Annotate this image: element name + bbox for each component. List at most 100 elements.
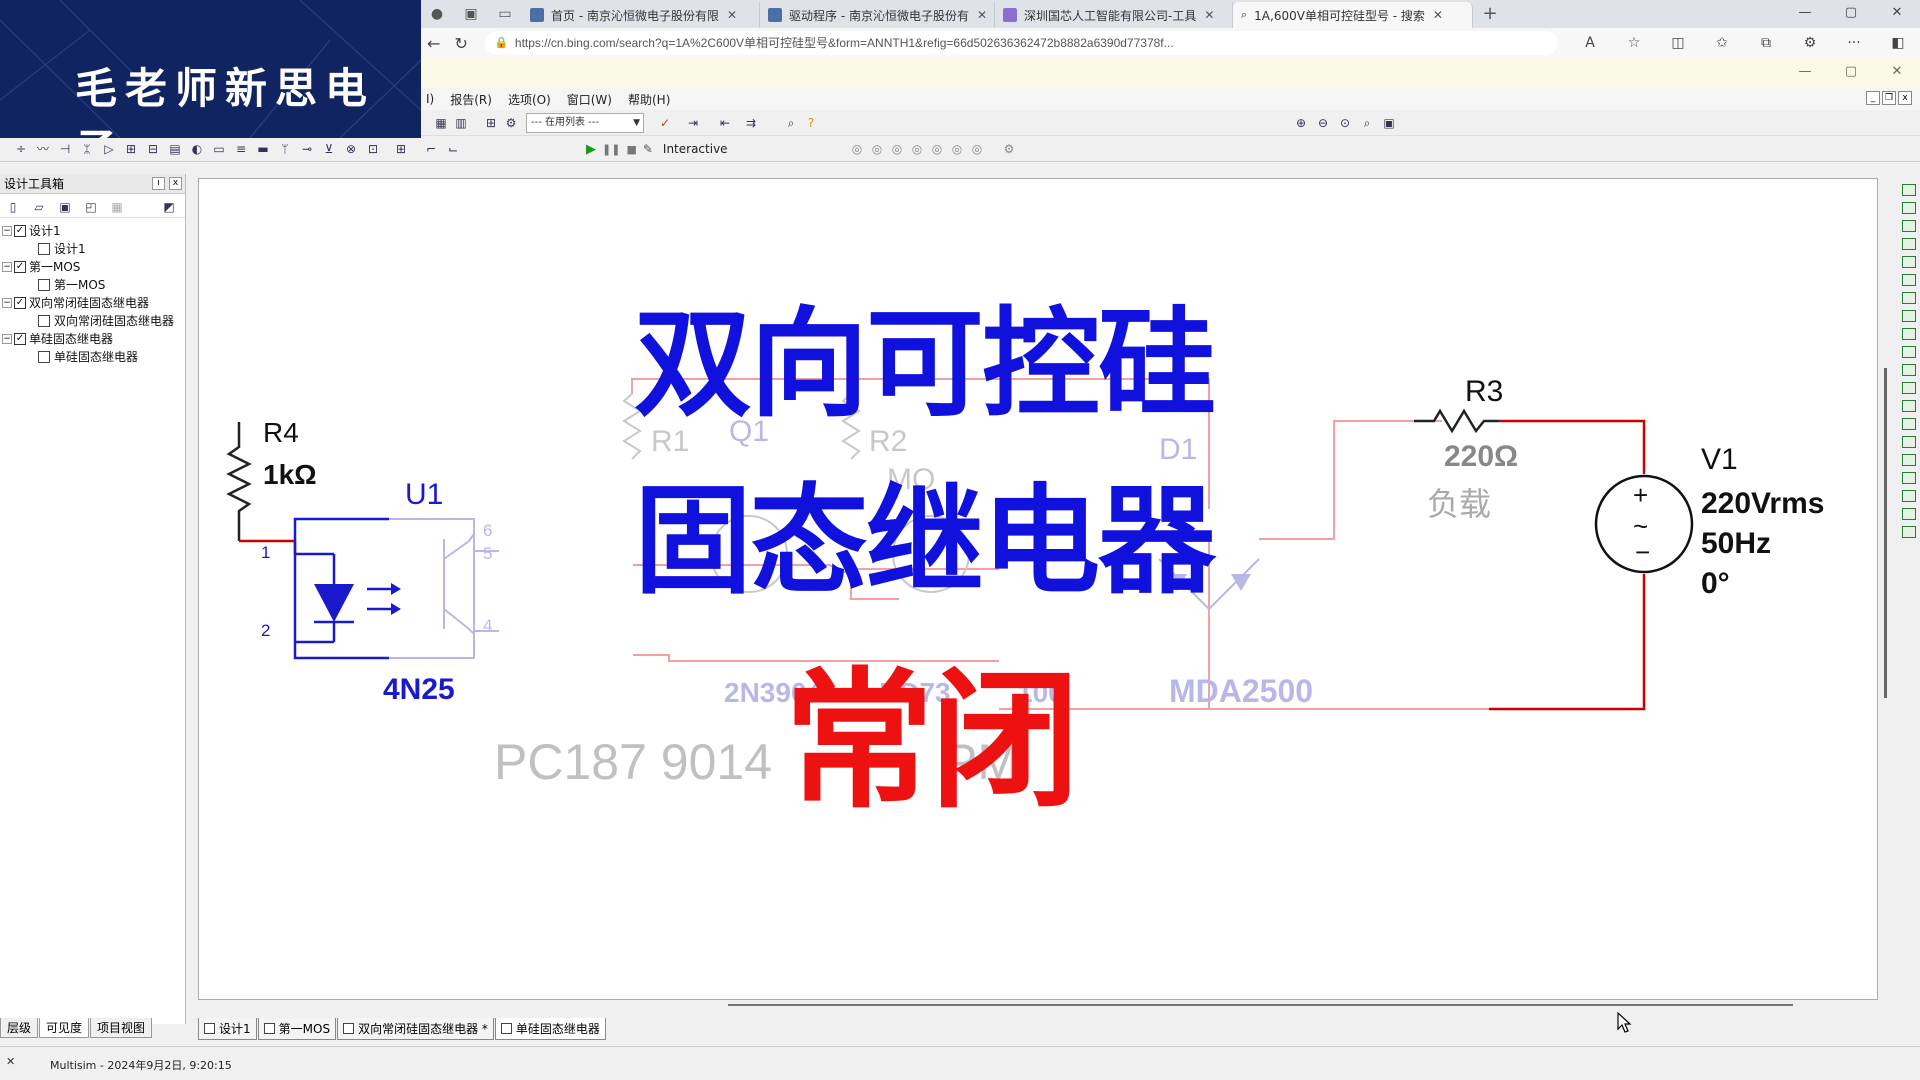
advanced-periph-icon[interactable]: ▬: [254, 140, 272, 158]
close-tab-icon[interactable]: ✕: [977, 8, 987, 22]
doc-minimize-icon[interactable]: _: [1866, 91, 1880, 105]
checkbox-icon[interactable]: ✓: [14, 297, 26, 309]
more-icon[interactable]: ···: [1832, 35, 1876, 51]
doc-tab-bidirectional-ssr[interactable]: 双向常闭硅固态继电器 *: [337, 1018, 494, 1040]
probe-voltage-icon[interactable]: ◎: [848, 140, 866, 158]
extensions-icon[interactable]: ⚙: [1788, 35, 1832, 51]
split-screen-icon[interactable]: ◫: [1656, 35, 1700, 51]
zoom-out-icon[interactable]: ⊖: [1314, 114, 1332, 132]
electromech-icon[interactable]: ⊸: [298, 140, 316, 158]
close-icon[interactable]: x: [169, 177, 182, 190]
new-tab-icon[interactable]: +: [1479, 3, 1501, 25]
close-icon[interactable]: ✕: [6, 1055, 15, 1068]
maximize-icon[interactable]: ▢: [1828, 58, 1874, 86]
menu-options[interactable]: 选项(O): [500, 91, 559, 108]
doc-tab-mos[interactable]: 第一MOS: [257, 1018, 337, 1040]
diode-icon[interactable]: ⊣: [56, 140, 74, 158]
labview-icon[interactable]: [1902, 508, 1916, 520]
close-tab-icon[interactable]: ✕: [727, 8, 737, 22]
tree-child-bidirectional-ssr[interactable]: 双向常闭硅固态继电器: [2, 312, 183, 330]
pause-simulation-button[interactable]: ❚❚: [602, 143, 620, 156]
save-icon[interactable]: ▣: [56, 198, 74, 216]
postprocessor-icon[interactable]: ⚙: [502, 114, 520, 132]
maximize-icon[interactable]: ▢: [1828, 0, 1874, 28]
horizontal-scrollbar[interactable]: [728, 1004, 1793, 1006]
tree-child-single-ssr[interactable]: 单硅固态继电器: [2, 348, 183, 366]
power-icon[interactable]: ▭: [210, 140, 228, 158]
probe-power-icon[interactable]: ◎: [888, 140, 906, 158]
probe-settings-icon[interactable]: ◎: [968, 140, 986, 158]
logic-analyzer-icon[interactable]: [1902, 328, 1916, 340]
basic-icon[interactable]: 〰: [34, 140, 52, 158]
tab-hierarchy[interactable]: 层级: [0, 1018, 39, 1038]
close-tab-icon[interactable]: ✕: [1433, 8, 1443, 22]
mcu-icon[interactable]: ▤: [166, 140, 184, 158]
tab-visibility[interactable]: 可见度: [39, 1018, 90, 1038]
collapse-icon[interactable]: −: [2, 226, 12, 236]
ladder-icon[interactable]: ⊻: [320, 140, 338, 158]
four-channel-scope-icon[interactable]: [1902, 256, 1916, 268]
collections-icon[interactable]: ⧉: [1744, 35, 1788, 51]
logic-converter-icon[interactable]: [1902, 346, 1916, 358]
close-icon[interactable]: ✕: [1874, 58, 1920, 86]
gear-icon[interactable]: ⚙: [1000, 140, 1018, 158]
collapse-icon[interactable]: −: [2, 262, 12, 272]
doc-close-icon[interactable]: x: [1898, 91, 1912, 105]
probe-diff-icon[interactable]: ◎: [908, 140, 926, 158]
oscilloscope-icon[interactable]: [1902, 238, 1916, 250]
tree-node-mos[interactable]: − ✓ 第一MOS: [2, 258, 183, 276]
profile-icon[interactable]: ●: [426, 3, 448, 25]
run-simulation-button[interactable]: ▶: [586, 142, 596, 157]
network-analyzer-icon[interactable]: [1902, 418, 1916, 430]
menu-partial[interactable]: I): [418, 92, 442, 106]
menu-help[interactable]: 帮助(H): [620, 91, 678, 108]
favorite-star-icon[interactable]: ☆: [1612, 35, 1656, 51]
zoom-fit-icon[interactable]: ⌕: [1358, 114, 1376, 132]
menu-window[interactable]: 窗口(W): [559, 91, 620, 108]
stop-simulation-button[interactable]: ■: [626, 143, 636, 156]
wire-icon[interactable]: ⌙: [444, 140, 462, 158]
refresh-icon[interactable]: ↻: [447, 34, 474, 53]
new-file-icon[interactable]: ▯: [4, 198, 22, 216]
favorites-icon[interactable]: ✩: [1700, 35, 1744, 51]
spectrum-analyzer-icon[interactable]: [1902, 400, 1916, 412]
transfer-icon[interactable]: ⇥: [684, 114, 702, 132]
menu-reports[interactable]: 报告(R): [442, 91, 500, 108]
transistor-icon[interactable]: ᛯ: [78, 140, 96, 158]
probe-current-icon[interactable]: ◎: [868, 140, 886, 158]
tab-project-view[interactable]: 项目视图: [90, 1018, 153, 1038]
pin-icon[interactable]: ı: [152, 177, 165, 190]
agilent-generator-icon[interactable]: [1902, 436, 1916, 448]
multimeter-icon[interactable]: [1902, 184, 1916, 196]
tektronix-scope-icon[interactable]: [1902, 490, 1916, 502]
collapse-icon[interactable]: −: [2, 334, 12, 344]
forward-annotate-icon[interactable]: ⇉: [742, 114, 760, 132]
ni-icon[interactable]: ⊗: [342, 140, 360, 158]
delete-icon[interactable]: ▦: [108, 198, 126, 216]
minimize-icon[interactable]: —: [1782, 58, 1828, 86]
probe-ref-icon[interactable]: ◎: [928, 140, 946, 158]
help-icon[interactable]: ?: [802, 114, 820, 132]
indicator-icon[interactable]: ◐: [188, 140, 206, 158]
workspaces-icon[interactable]: ▣: [460, 3, 482, 25]
find-icon[interactable]: ⌕: [782, 114, 800, 132]
distortion-analyzer-icon[interactable]: [1902, 382, 1916, 394]
misc-icon[interactable]: ≡: [232, 140, 250, 158]
checkbox-icon[interactable]: ✓: [14, 225, 26, 237]
open-folder-icon[interactable]: ▱: [30, 198, 48, 216]
connector-icon[interactable]: ⊡: [364, 140, 382, 158]
ttl-icon[interactable]: ⊞: [122, 140, 140, 158]
agilent-scope-icon[interactable]: [1902, 472, 1916, 484]
word-generator-icon[interactable]: [1902, 310, 1916, 322]
frequency-counter-icon[interactable]: [1902, 292, 1916, 304]
close-icon[interactable]: ✕: [1874, 0, 1920, 28]
database-icon[interactable]: ▥: [452, 114, 470, 132]
tree-child-mos[interactable]: 第一MOS: [2, 276, 183, 294]
scroll-thumb[interactable]: [1884, 368, 1887, 698]
tree-child-design1[interactable]: 设计1: [2, 240, 183, 258]
browser-tab-3[interactable]: 深圳国芯人工智能有限公司-工具 ✕: [995, 2, 1233, 28]
back-icon[interactable]: ←: [420, 34, 447, 53]
bus-icon[interactable]: ⌐: [422, 140, 440, 158]
iv-analyzer-icon[interactable]: [1902, 364, 1916, 376]
checkbox-icon[interactable]: ✓: [14, 333, 26, 345]
